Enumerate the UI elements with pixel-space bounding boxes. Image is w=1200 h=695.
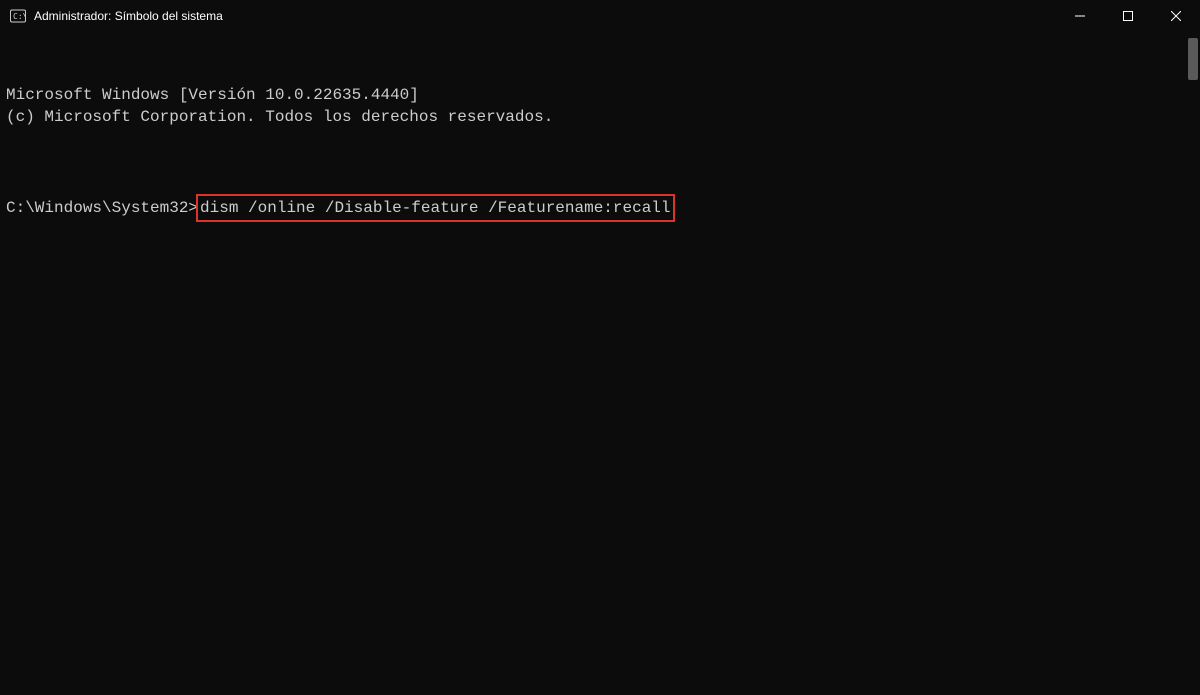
cmd-icon: C:\ <box>10 8 26 24</box>
terminal-output[interactable]: Microsoft Windows [Versión 10.0.22635.44… <box>0 32 1200 695</box>
typed-command: dism /online /Disable-feature /Featurena… <box>200 199 670 217</box>
prompt-path: C:\Windows\System32> <box>6 199 198 217</box>
titlebar-left: C:\ Administrador: Símbolo del sistema <box>10 8 223 24</box>
window-title: Administrador: Símbolo del sistema <box>34 9 223 23</box>
close-button[interactable] <box>1152 0 1200 32</box>
output-line-copyright: (c) Microsoft Corporation. Todos los der… <box>6 106 1192 128</box>
minimize-button[interactable] <box>1056 0 1104 32</box>
window-titlebar: C:\ Administrador: Símbolo del sistema <box>0 0 1200 32</box>
output-line-version: Microsoft Windows [Versión 10.0.22635.44… <box>6 84 1192 106</box>
vertical-scrollbar-thumb[interactable] <box>1188 38 1198 80</box>
prompt-line: C:\Windows\System32>dism /online /Disabl… <box>6 194 1192 222</box>
window-controls <box>1056 0 1200 32</box>
maximize-button[interactable] <box>1104 0 1152 32</box>
svg-text:C:\: C:\ <box>13 12 26 21</box>
command-highlight: dism /online /Disable-feature /Featurena… <box>196 194 674 222</box>
